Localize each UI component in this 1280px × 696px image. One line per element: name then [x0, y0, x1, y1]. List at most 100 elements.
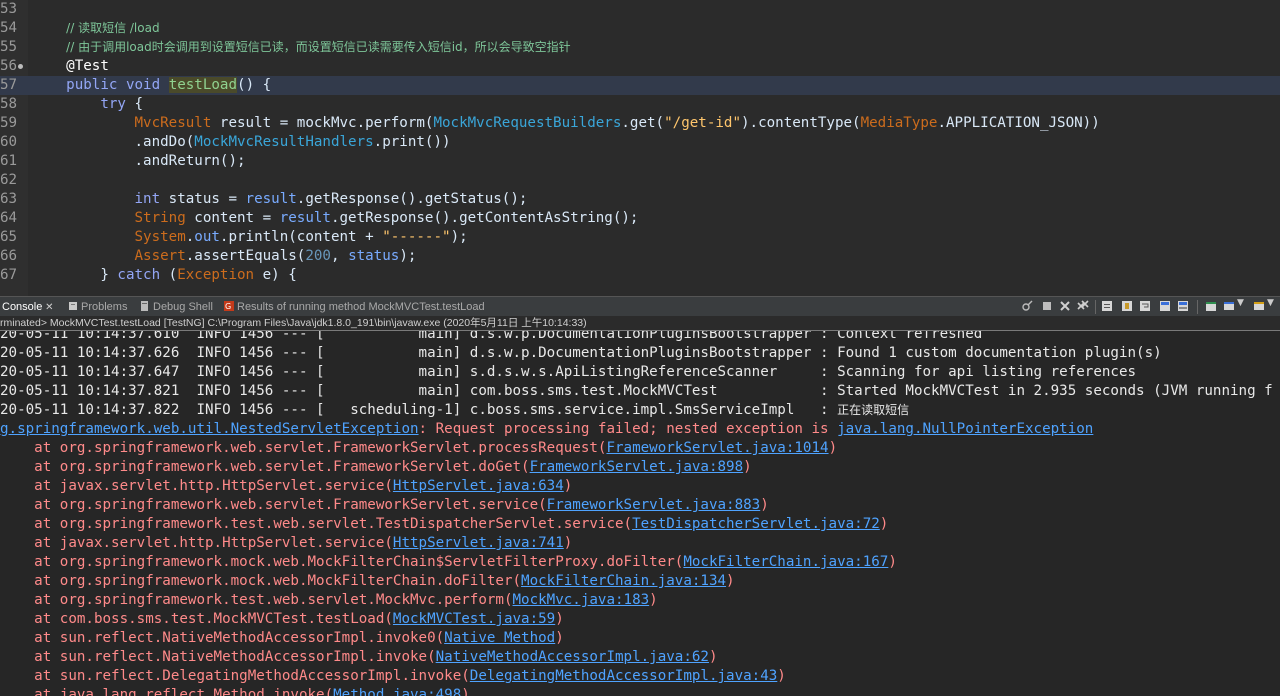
code-token: .assertEquals(: [185, 248, 306, 264]
code-token: "------": [382, 229, 451, 245]
code-token: MediaType: [860, 115, 938, 131]
code-token: System: [134, 229, 186, 245]
stacktrace-link[interactable]: MockMvc.java:183: [513, 592, 650, 608]
show-on-stderr-icon[interactable]: [1177, 300, 1189, 312]
console-text: at org.springframework.mock.web.MockFilt…: [0, 573, 522, 589]
code-line[interactable]: 64 String content = result.getResponse()…: [0, 209, 1280, 228]
word-wrap-icon[interactable]: [1139, 300, 1151, 312]
tab-debug-shell[interactable]: Debug Shell: [140, 297, 213, 317]
stacktrace-link[interactable]: MockFilterChain.java:134: [521, 573, 726, 589]
stacktrace-link[interactable]: MockFilterChain.java:167: [683, 554, 888, 570]
console-text: ): [649, 592, 658, 608]
stacktrace-link[interactable]: DelegatingMethodAccessorImpl.java:43: [470, 668, 778, 684]
console-line: at java.lang.reflect.Method.invoke(Metho…: [0, 686, 470, 696]
stacktrace-link[interactable]: FrameworkServlet.java:883: [547, 497, 761, 513]
tab-problems[interactable]: Problems: [68, 297, 127, 317]
code-editor[interactable]: 53 54 // 读取短信 /load 55 // 由于调用load时会调用到设置短…: [0, 0, 1280, 296]
open-console-icon[interactable]: [1253, 300, 1265, 312]
code-line[interactable]: 67 } catch (Exception e) {: [0, 266, 1280, 285]
code-line[interactable]: 57 public void testLoad() {: [0, 76, 1280, 95]
line-number: 67: [0, 267, 18, 283]
close-icon[interactable]: ✕: [44, 298, 54, 318]
stacktrace-link[interactable]: MockMVCTest.java:59: [393, 611, 555, 627]
code-line[interactable]: 59 MvcResult result = mockMvc.perform(Mo…: [0, 114, 1280, 133]
code-line[interactable]: 55 // 由于调用load时会调用到设置短信已读，而设置短信已读需要传入短信i…: [0, 38, 1280, 57]
code-token: ,: [330, 248, 349, 264]
console-text: ): [461, 687, 470, 696]
code-token: @Test: [66, 58, 109, 74]
toolbar-divider: [1197, 300, 1198, 314]
code-token: .get(: [621, 115, 665, 131]
stacktrace-link[interactable]: NativeMethodAccessorImpl.java:62: [436, 649, 709, 665]
code-text: // 由于调用load时会调用到设置短信已读，而设置短信已读需要传入短信id，所…: [32, 38, 571, 57]
pin-icon[interactable]: [1021, 300, 1033, 312]
tab-console[interactable]: Console ✕: [2, 297, 54, 317]
chevron-down-icon[interactable]: ▼: [1267, 298, 1275, 310]
line-number: 53: [0, 1, 18, 17]
scroll-lock-icon[interactable]: [1121, 300, 1133, 312]
code-line[interactable]: 61 .andReturn();: [0, 152, 1280, 171]
stacktrace-link[interactable]: Method.java:498: [333, 687, 461, 696]
stacktrace-link[interactable]: TestDispatcherServlet.java:72: [632, 516, 880, 532]
console-output[interactable]: 20-05-11 10:14:37.610 INFO 1456 --- [ ma…: [0, 331, 1280, 696]
tab-problems-label: Problems: [81, 301, 128, 313]
code-line[interactable]: 58 try {: [0, 95, 1280, 114]
code-token: // 由于调用load时会调用到设置短信已读，而设置短信已读需要传入短信id，所…: [66, 40, 571, 54]
code-token: status: [348, 248, 400, 264]
code-line[interactable]: 65 System.out.println(content + "------"…: [0, 228, 1280, 247]
code-text: System.out.println(content + "------");: [32, 228, 468, 247]
console-line: 20-05-11 10:14:37.822 INFO 1456 --- [ sc…: [0, 401, 909, 420]
code-token: ).contentType(: [740, 115, 861, 131]
console-text: : Request processing failed; nested exce…: [418, 421, 838, 437]
console-text: 正在读取短信: [837, 403, 910, 417]
code-token: MockMvcRequestBuilders: [433, 115, 622, 131]
console-text: at sun.reflect.NativeMethodAccessorImpl.…: [0, 630, 445, 646]
console-text: at sun.reflect.DelegatingMethodAccessorI…: [0, 668, 470, 684]
stacktrace-link[interactable]: HttpServlet.java:634: [393, 478, 564, 494]
code-line[interactable]: 66 Assert.assertEquals(200, status);: [0, 247, 1280, 266]
code-line[interactable]: 60 .andDo(MockMvcResultHandlers.print()): [0, 133, 1280, 152]
code-token: .getResponse().getStatus();: [296, 191, 528, 207]
code-text: @Test: [32, 57, 109, 76]
console-text: ): [563, 478, 573, 494]
code-text: // 读取短信 /load: [32, 19, 159, 38]
terminate-icon[interactable]: [1041, 300, 1053, 312]
stacktrace-link[interactable]: FrameworkServlet.java:898: [530, 459, 744, 475]
code-token: (: [168, 267, 178, 283]
code-line[interactable]: 53: [0, 0, 1280, 19]
console-text: ): [555, 611, 564, 627]
code-line[interactable]: 62: [0, 171, 1280, 190]
chevron-down-icon[interactable]: ▼: [1237, 298, 1245, 310]
code-line[interactable]: 63 int status = result.getResponse().get…: [0, 190, 1280, 209]
show-on-stdout-icon[interactable]: [1159, 300, 1171, 312]
console-text: ): [888, 554, 897, 570]
stacktrace-link[interactable]: Native Method: [444, 630, 555, 646]
code-token: MockMvcResultHandlers: [194, 134, 374, 150]
pin-console-icon[interactable]: [1205, 300, 1217, 312]
console-text: 20-05-11 10:14:37.822 INFO 1456 --- [ sc…: [0, 402, 838, 418]
stacktrace-link[interactable]: java.lang.NullPointerException: [837, 421, 1093, 437]
tab-results[interactable]: G Results of running method MockMVCTest.t…: [224, 297, 485, 317]
code-line[interactable]: 54 // 读取短信 /load: [0, 19, 1280, 38]
code-token: () {: [237, 77, 272, 93]
code-token: String: [134, 210, 195, 226]
console-tab-bar: Console ✕ Problems Debug Shell G Results o…: [0, 296, 1280, 317]
code-line[interactable]: 56 @Test: [0, 57, 1280, 76]
remove-launch-icon[interactable]: [1059, 300, 1071, 312]
display-selected-console-icon[interactable]: [1223, 300, 1235, 312]
stacktrace-link[interactable]: g.springframework.web.util.NestedServlet…: [0, 421, 419, 437]
console-line: at sun.reflect.NativeMethodAccessorImpl.…: [0, 648, 717, 667]
clear-console-icon[interactable]: [1101, 300, 1113, 312]
code-text: .andReturn();: [32, 152, 245, 171]
launch-info: rminated> MockMVCTest.testLoad [TestNG] …: [0, 316, 1280, 330]
code-token: out: [194, 229, 220, 245]
remove-all-launches-icon[interactable]: [1077, 300, 1089, 312]
code-token: result: [245, 191, 297, 207]
stacktrace-link[interactable]: FrameworkServlet.java:1014: [606, 440, 828, 456]
stacktrace-link[interactable]: HttpServlet.java:741: [393, 535, 564, 551]
